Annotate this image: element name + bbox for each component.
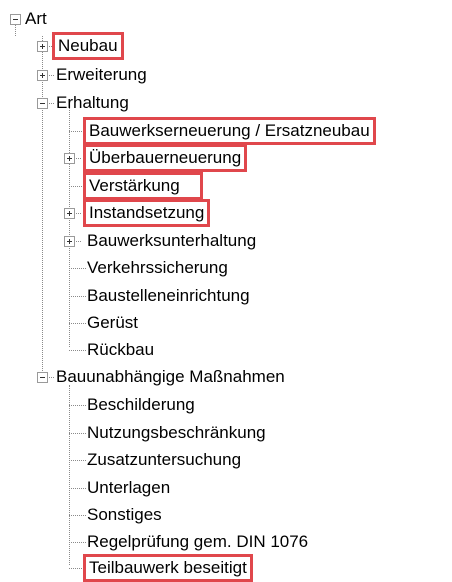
- tree-node-label: Neubau: [52, 32, 124, 60]
- tree-node-zusatzuntersuchung[interactable]: Zusatzuntersuchung: [86, 449, 242, 471]
- tree-node-label: Verstärkung: [83, 172, 203, 200]
- tree-view: Art Neubau Erweiterung Erhaltung Bauwerk…: [0, 0, 452, 582]
- plus-box-icon[interactable]: [37, 41, 48, 52]
- tree-node-label: Instandsetzung: [82, 199, 211, 227]
- tree-node-erhaltung[interactable]: Erhaltung: [55, 92, 130, 114]
- tree-node-label: Baustelleneinrichtung: [87, 286, 250, 305]
- plus-box-icon[interactable]: [64, 153, 75, 164]
- tree-node-label: Verkehrssicherung: [87, 258, 228, 277]
- tree-node-nutzungsbeschraenkung[interactable]: Nutzungsbeschränkung: [86, 422, 267, 444]
- plus-box-icon[interactable]: [64, 236, 75, 247]
- tree-connector-h: [69, 460, 86, 461]
- tree-node-neubau[interactable]: Neubau: [52, 32, 124, 60]
- tree-connector-erhaltung: [69, 108, 70, 347]
- tree-connector-h: [69, 131, 86, 132]
- tree-node-label: Nutzungsbeschränkung: [87, 423, 266, 442]
- tree-node-instandsetzung[interactable]: Instandsetzung: [82, 199, 211, 227]
- tree-connector-h: [69, 350, 86, 351]
- tree-node-geruest[interactable]: Gerüst: [86, 312, 139, 334]
- tree-node-label: Zusatzuntersuchung: [87, 450, 242, 469]
- tree-connector-root: [15, 24, 16, 36]
- tree-node-label: Bauwerkserneuerung / Ersatzneubau: [83, 117, 376, 145]
- tree-node-label: Gerüst: [87, 313, 139, 332]
- tree-node-rueckbau[interactable]: Rückbau: [86, 339, 155, 361]
- tree-node-ueberbauerneuerung[interactable]: Überbauerneuerung: [82, 144, 248, 172]
- plus-box-icon[interactable]: [37, 70, 48, 81]
- tree-connector-level1: [42, 36, 43, 377]
- minus-box-icon[interactable]: [37, 372, 48, 383]
- tree-node-unterlagen[interactable]: Unterlagen: [86, 477, 171, 499]
- tree-node-bauwerkserneuerung[interactable]: Bauwerkserneuerung / Ersatzneubau: [83, 117, 376, 145]
- tree-node-label: Unterlagen: [87, 478, 171, 497]
- tree-connector-h: [69, 542, 86, 543]
- tree-node-label: Erhaltung: [56, 93, 129, 112]
- tree-connector-h: [69, 568, 86, 569]
- tree-node-verkehrssicherung[interactable]: Verkehrssicherung: [86, 257, 229, 279]
- tree-node-sonstiges[interactable]: Sonstiges: [86, 504, 163, 526]
- tree-connector-h: [69, 296, 86, 297]
- tree-node-label: Teilbauwerk beseitigt: [83, 554, 253, 582]
- minus-box-icon[interactable]: [37, 98, 48, 109]
- tree-node-beschilderung[interactable]: Beschilderung: [86, 394, 196, 416]
- tree-connector-h: [69, 515, 86, 516]
- tree-connector-h: [69, 433, 86, 434]
- minus-box-icon[interactable]: [10, 14, 21, 25]
- tree-node-verstaerkung[interactable]: Verstärkung: [83, 172, 203, 200]
- tree-node-label: Überbauerneuerung: [82, 144, 248, 172]
- tree-node-label: Bauwerksunterhaltung: [87, 231, 257, 250]
- tree-node-bauwerksunterhaltung[interactable]: Bauwerksunterhaltung: [86, 230, 257, 252]
- plus-box-icon[interactable]: [64, 208, 75, 219]
- tree-node-label: Sonstiges: [87, 505, 162, 524]
- tree-node-label: Rückbau: [87, 340, 155, 359]
- tree-connector-h: [69, 323, 86, 324]
- tree-node-label: Beschilderung: [87, 395, 195, 414]
- tree-node-art[interactable]: Art: [24, 8, 48, 30]
- tree-node-label: Art: [25, 9, 47, 28]
- tree-node-baustelleneinrichtung[interactable]: Baustelleneinrichtung: [86, 285, 251, 307]
- tree-node-teilbauwerk-beseitigt[interactable]: Teilbauwerk beseitigt: [83, 554, 253, 582]
- tree-node-label: Bauunabhängige Maßnahmen: [56, 367, 285, 386]
- tree-connector-bauunabhaengig: [69, 385, 70, 565]
- tree-node-regelpruefung[interactable]: Regelprüfung gem. DIN 1076: [86, 531, 309, 553]
- tree-node-label: Erweiterung: [56, 65, 147, 84]
- tree-connector-h: [69, 268, 86, 269]
- tree-connector-h: [69, 405, 86, 406]
- tree-connector-h: [69, 186, 86, 187]
- tree-node-label: Regelprüfung gem. DIN 1076: [87, 532, 309, 551]
- tree-node-erweiterung[interactable]: Erweiterung: [55, 64, 148, 86]
- tree-connector-h: [69, 488, 86, 489]
- tree-node-bauunabhaengige-massnahmen[interactable]: Bauunabhängige Maßnahmen: [55, 366, 286, 388]
